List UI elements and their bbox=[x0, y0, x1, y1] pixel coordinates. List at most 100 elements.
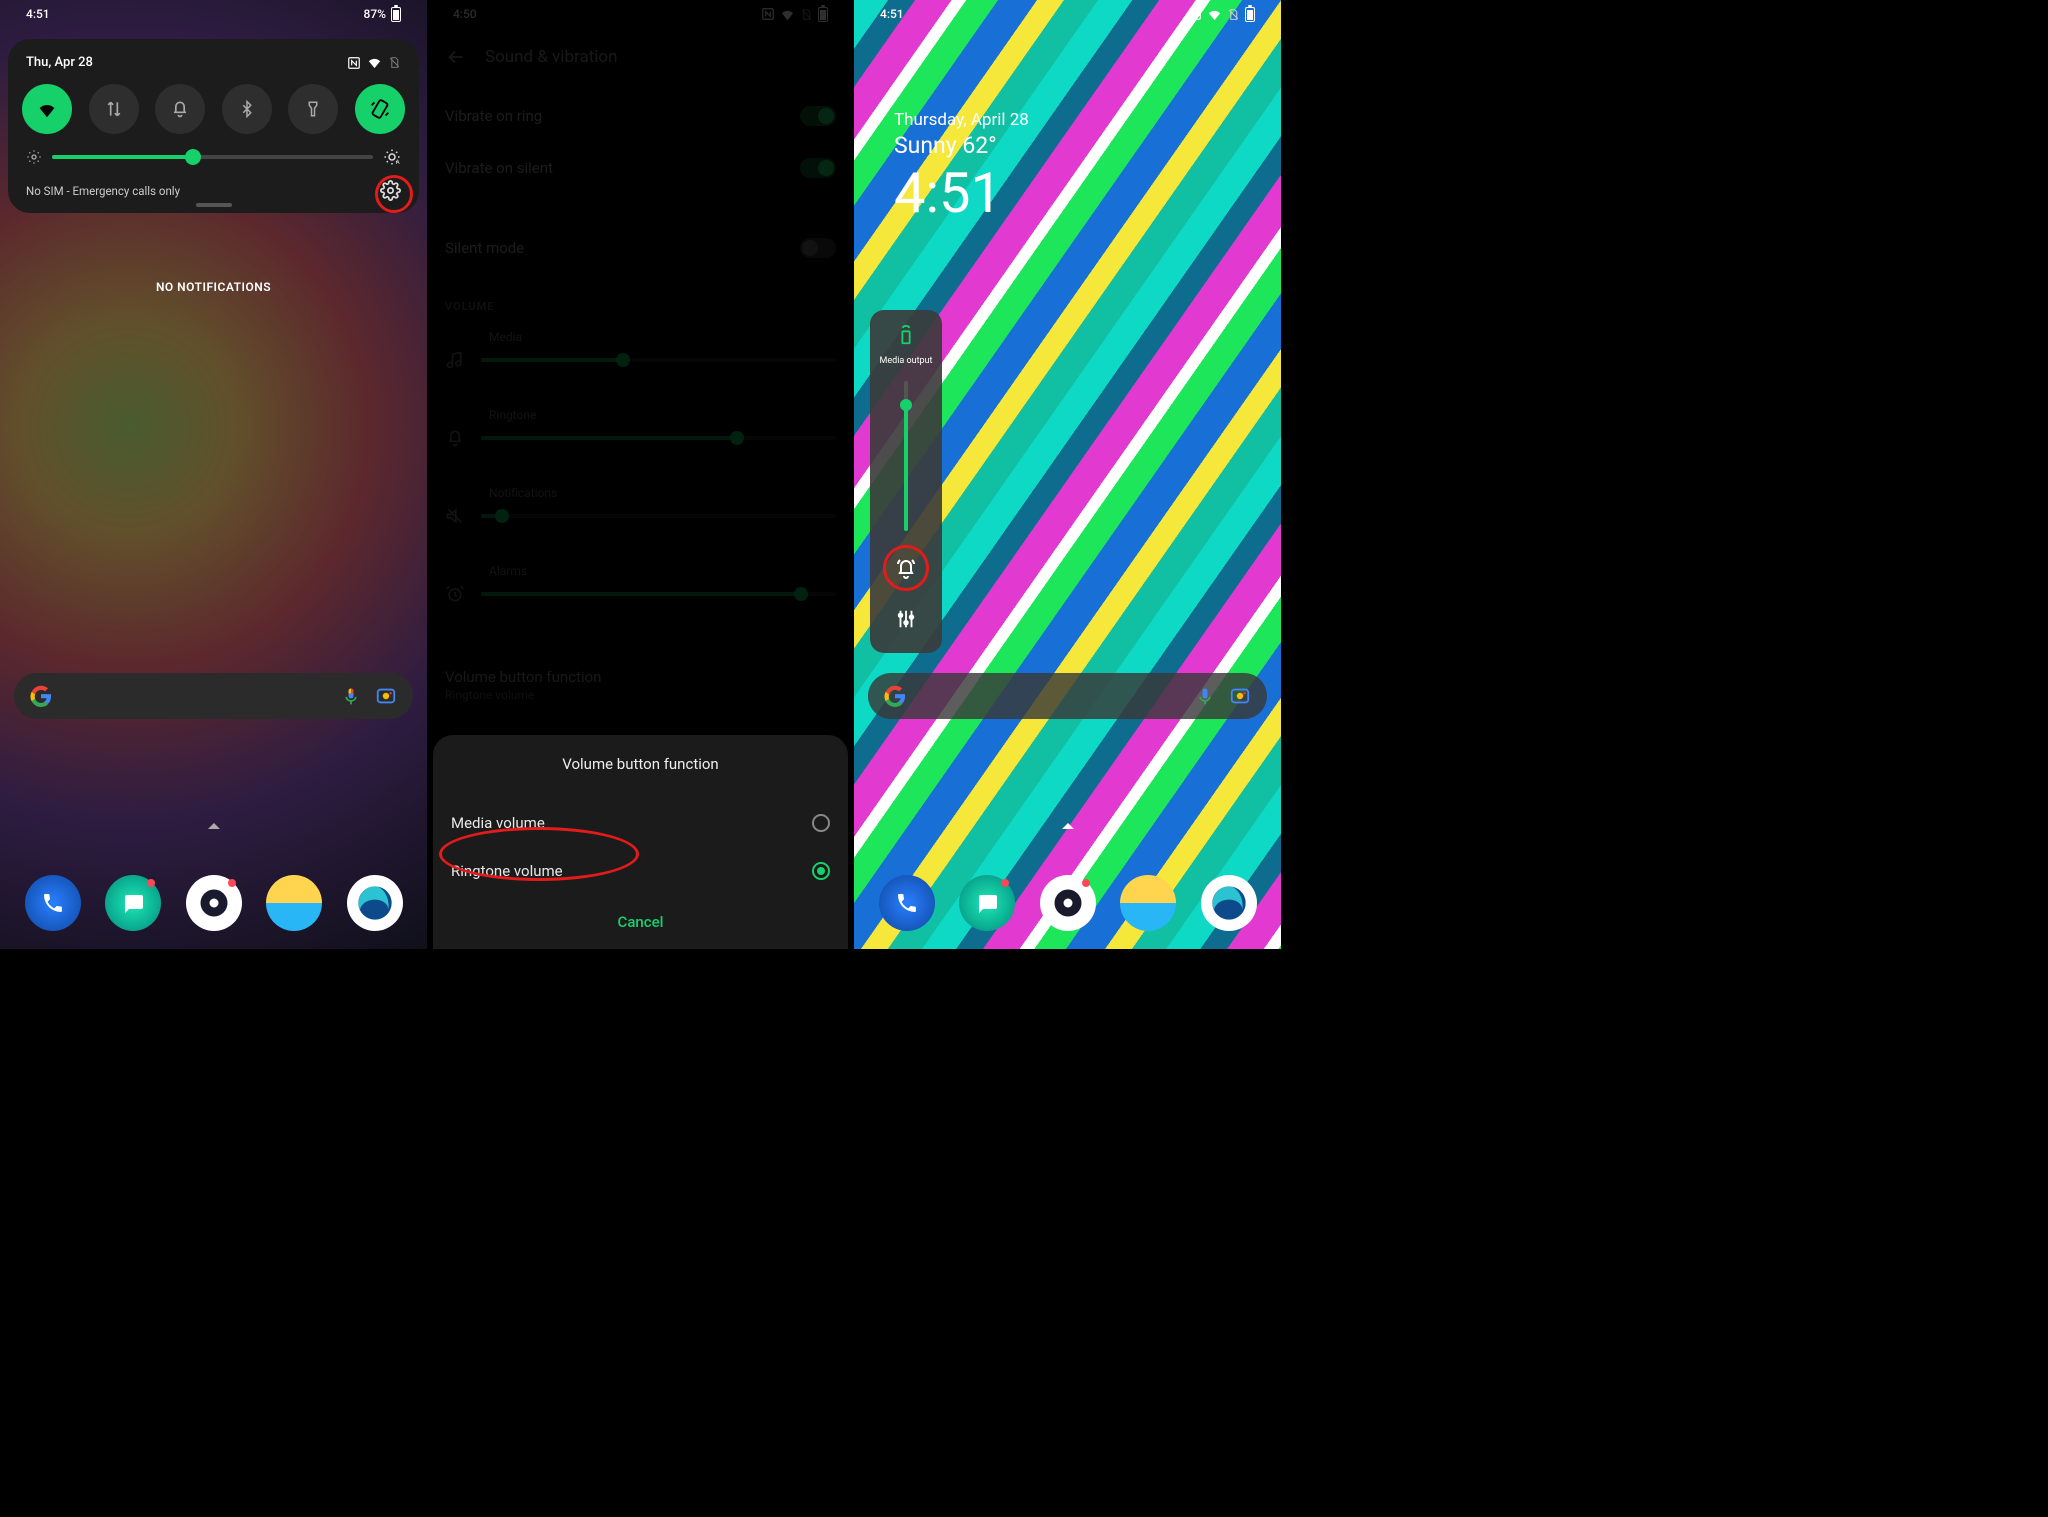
label: Alarms bbox=[489, 564, 836, 578]
volume-media: Media bbox=[445, 330, 836, 370]
phone-screenshot-2: 4:50 Sound & vibration Vibrate on ring V… bbox=[427, 0, 854, 949]
no-sim-icon bbox=[388, 56, 401, 69]
status-time: 4:51 bbox=[880, 7, 904, 21]
google-icon bbox=[30, 685, 52, 707]
music-note-icon bbox=[445, 350, 465, 370]
toggle-flashlight[interactable] bbox=[288, 84, 338, 134]
label: Media bbox=[489, 330, 836, 344]
auto-brightness-icon[interactable]: A bbox=[383, 148, 401, 166]
section-volume: VOLUME bbox=[445, 300, 494, 313]
label: Vibrate on ring bbox=[445, 107, 542, 125]
cast-icon[interactable] bbox=[895, 324, 917, 346]
row-vibrate-on-silent[interactable]: Vibrate on silent bbox=[445, 158, 836, 178]
label: Ringtone volume bbox=[451, 862, 563, 880]
switch[interactable] bbox=[800, 158, 836, 178]
row-silent-mode[interactable]: Silent mode bbox=[445, 238, 836, 258]
app-drawer-handle-icon[interactable] bbox=[208, 823, 220, 829]
toggle-mobile-data[interactable] bbox=[89, 84, 139, 134]
dock-app-phone[interactable] bbox=[879, 875, 935, 931]
toggle-wifi[interactable] bbox=[22, 84, 72, 134]
brightness-slider[interactable] bbox=[52, 155, 373, 159]
search-bar[interactable] bbox=[868, 673, 1267, 719]
radio-unselected-icon bbox=[812, 814, 830, 832]
volume-ringtone: Ringtone bbox=[445, 408, 836, 448]
mic-icon[interactable] bbox=[1195, 686, 1215, 706]
google-icon bbox=[884, 685, 906, 707]
toggle-row bbox=[22, 84, 405, 134]
media-output-label[interactable]: Media output bbox=[879, 356, 932, 367]
dock-app-camera[interactable] bbox=[1040, 875, 1096, 931]
ring-mode-button[interactable] bbox=[886, 549, 926, 589]
dock-app-messages[interactable] bbox=[959, 875, 1015, 931]
volume-notifications: Notifications bbox=[445, 486, 836, 526]
phone-screenshot-3: 4:51 Thursday, April 28 Sunny 62° 4:51 M… bbox=[854, 0, 1281, 949]
sheet-title: Volume button function bbox=[451, 755, 830, 773]
row-vibrate-on-ring[interactable]: Vibrate on ring bbox=[445, 106, 836, 126]
panel-header: Thu, Apr 28 bbox=[22, 55, 405, 70]
dock bbox=[0, 875, 427, 931]
status-battery-text: 87% bbox=[364, 7, 386, 21]
lens-icon[interactable] bbox=[1229, 685, 1251, 707]
status-bar: 4:50 bbox=[427, 0, 854, 28]
row-volume-button-function[interactable]: Volume button function Ringtone volume bbox=[445, 668, 601, 702]
switch[interactable] bbox=[800, 238, 836, 258]
widget-time: 4:51 bbox=[894, 165, 1029, 221]
label: Silent mode bbox=[445, 239, 524, 257]
nfc-icon bbox=[761, 7, 775, 21]
search-bar[interactable] bbox=[14, 673, 413, 719]
brightness-low-icon bbox=[26, 149, 42, 165]
dock-app-weather[interactable] bbox=[266, 875, 322, 931]
dock-app-phone[interactable] bbox=[25, 875, 81, 931]
no-sim-icon bbox=[1227, 8, 1240, 21]
wifi-icon bbox=[780, 7, 795, 22]
clock-widget[interactable]: Thursday, April 28 Sunny 62° 4:51 bbox=[894, 110, 1029, 221]
back-arrow-icon[interactable] bbox=[445, 46, 467, 68]
battery-icon bbox=[391, 7, 401, 22]
option-media-volume[interactable]: Media volume bbox=[451, 799, 830, 847]
volume-popup: Media output bbox=[870, 310, 942, 653]
battery-icon bbox=[818, 7, 828, 22]
label: Notifications bbox=[489, 486, 836, 500]
toggle-rotation[interactable] bbox=[355, 84, 405, 134]
volume-settings-button[interactable] bbox=[886, 599, 926, 639]
battery-icon bbox=[1245, 7, 1255, 22]
slider[interactable] bbox=[481, 358, 836, 362]
label: Ringtone bbox=[489, 408, 836, 422]
page-title: Sound & vibration bbox=[485, 47, 618, 67]
no-sim-icon bbox=[800, 8, 813, 21]
radio-selected-icon bbox=[812, 862, 830, 880]
volume-slider[interactable] bbox=[904, 381, 908, 531]
cancel-button[interactable]: Cancel bbox=[451, 913, 830, 931]
toggle-bluetooth[interactable] bbox=[222, 84, 272, 134]
switch[interactable] bbox=[800, 106, 836, 126]
phone-screenshot-1: 4:51 87% Thu, Apr 28 bbox=[0, 0, 427, 949]
app-drawer-handle-icon[interactable] bbox=[1062, 823, 1074, 829]
notification-mute-icon bbox=[445, 506, 465, 526]
panel-drag-handle[interactable] bbox=[196, 203, 232, 207]
dock-app-edge[interactable] bbox=[347, 875, 403, 931]
mic-icon[interactable] bbox=[341, 686, 361, 706]
lens-icon[interactable] bbox=[375, 685, 397, 707]
alarm-icon bbox=[445, 584, 465, 604]
slider[interactable] bbox=[481, 514, 836, 518]
dock-app-edge[interactable] bbox=[1201, 875, 1257, 931]
toggle-ring-mode[interactable] bbox=[155, 84, 205, 134]
panel-footer: No SIM - Emergency calls only bbox=[22, 180, 405, 201]
sim-status-text: No SIM - Emergency calls only bbox=[26, 184, 180, 198]
slider[interactable] bbox=[481, 592, 836, 596]
svg-text:A: A bbox=[396, 159, 400, 166]
dock-app-camera[interactable] bbox=[186, 875, 242, 931]
slider[interactable] bbox=[481, 436, 836, 440]
dock-app-weather[interactable] bbox=[1120, 875, 1176, 931]
status-time: 4:50 bbox=[453, 7, 477, 21]
quick-settings-panel: Thu, Apr 28 A No SIM - Emergency bbox=[8, 39, 419, 213]
option-ringtone-volume[interactable]: Ringtone volume bbox=[451, 847, 830, 895]
settings-gear-icon[interactable] bbox=[380, 180, 401, 201]
dock-app-messages[interactable] bbox=[105, 875, 161, 931]
status-time: 4:51 bbox=[26, 7, 50, 21]
volume-alarms: Alarms bbox=[445, 564, 836, 604]
panel-date: Thu, Apr 28 bbox=[26, 55, 93, 70]
bottom-sheet: Volume button function Media volume Ring… bbox=[433, 735, 848, 949]
nfc-icon bbox=[347, 56, 361, 70]
dock bbox=[854, 875, 1281, 931]
